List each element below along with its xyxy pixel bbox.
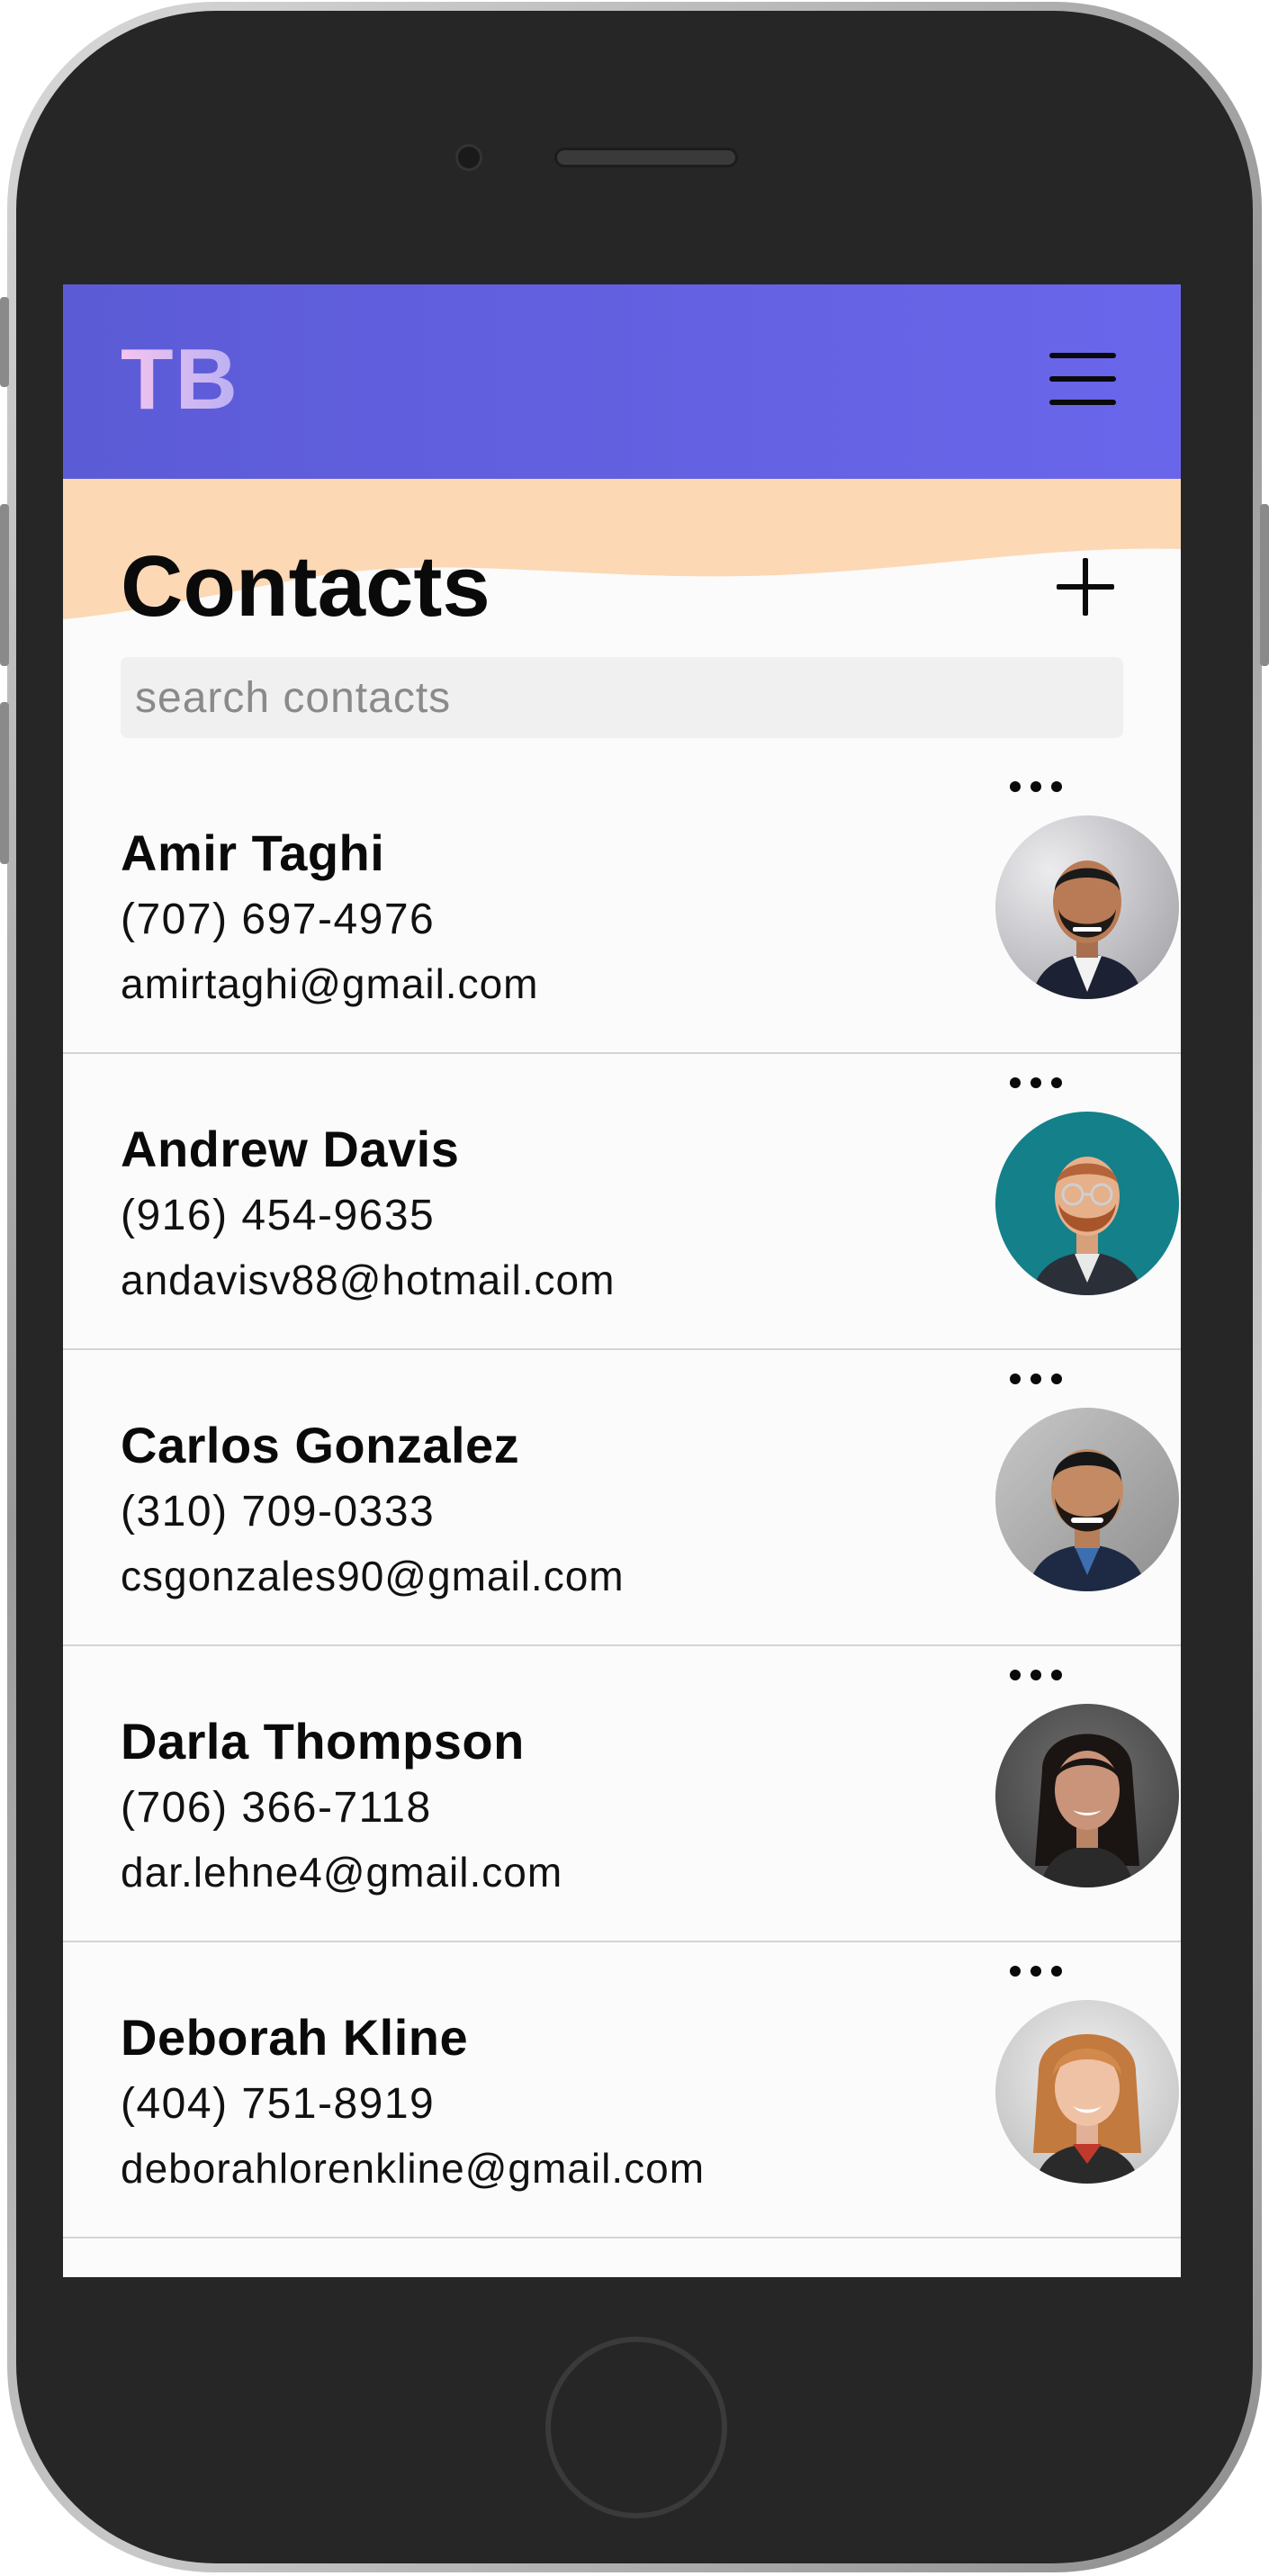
- contact-row[interactable]: Carlos Gonzalez (310) 709-0333 csgonzale…: [63, 1350, 1181, 1646]
- contact-phone[interactable]: (404) 751-8919: [121, 2077, 435, 2131]
- avatar[interactable]: [995, 815, 1179, 999]
- mute-switch: [0, 297, 9, 387]
- contact-name: Andrew Davis: [121, 1121, 460, 1177]
- contact-email[interactable]: deborahlorenkline@gmail.com: [121, 2142, 705, 2194]
- contact-email[interactable]: dar.lehne4@gmail.com: [121, 1846, 562, 1898]
- search-input[interactable]: [121, 657, 1123, 738]
- contact-email[interactable]: andavisv88@hotmail.com: [121, 1254, 615, 1306]
- app-logo[interactable]: TB: [121, 326, 239, 434]
- contact-row[interactable]: Andrew Davis (916) 454-9635 andavisv88@h…: [63, 1054, 1181, 1350]
- contact-name: Deborah Kline: [121, 2009, 469, 2066]
- contact-row[interactable]: Amir Taghi (707) 697-4976 amirtaghi@gmai…: [63, 758, 1181, 1054]
- contact-email[interactable]: amirtaghi@gmail.com: [121, 958, 539, 1010]
- page-title: Contacts: [121, 538, 490, 635]
- volume-down-button: [0, 702, 9, 864]
- contact-row[interactable]: Darla Thompson (706) 366-7118 dar.lehne4…: [63, 1646, 1181, 1942]
- contact-name: Carlos Gonzalez: [121, 1417, 520, 1473]
- navbar: TB: [63, 284, 1181, 479]
- contact-phone[interactable]: (916) 454-9635: [121, 1189, 435, 1243]
- more-options-icon[interactable]: [1004, 1955, 1067, 1987]
- contact-row[interactable]: Deborah Kline (404) 751-8919 deborahlore…: [63, 1942, 1181, 2238]
- more-options-icon[interactable]: [1004, 1659, 1067, 1691]
- more-options-icon[interactable]: [1004, 1363, 1067, 1395]
- avatar[interactable]: [995, 1704, 1179, 1887]
- avatar[interactable]: [995, 1112, 1179, 1295]
- volume-up-button: [0, 504, 9, 666]
- earpiece-speaker: [554, 148, 738, 167]
- avatar[interactable]: [995, 1408, 1179, 1591]
- front-camera: [455, 144, 482, 171]
- home-button[interactable]: [545, 2337, 727, 2518]
- contact-list: Amir Taghi (707) 697-4976 amirtaghi@gmai…: [63, 758, 1181, 2238]
- app-screen: TB Contacts search contacts Amir Taghi (…: [63, 284, 1181, 2277]
- contact-phone[interactable]: (310) 709-0333: [121, 1485, 435, 1539]
- contact-phone[interactable]: (706) 366-7118: [121, 1781, 432, 1835]
- more-options-icon[interactable]: [1004, 1067, 1067, 1099]
- power-button: [1260, 504, 1269, 666]
- plus-icon[interactable]: [1049, 551, 1121, 623]
- contact-name: Amir Taghi: [121, 824, 385, 881]
- page-header: Contacts: [63, 479, 1181, 749]
- contact-phone[interactable]: (707) 697-4976: [121, 893, 435, 947]
- avatar[interactable]: [995, 2000, 1179, 2184]
- contact-name: Darla Thompson: [121, 1713, 525, 1770]
- more-options-icon[interactable]: [1004, 770, 1067, 803]
- contact-email[interactable]: csgonzales90@gmail.com: [121, 1550, 625, 1602]
- hamburger-menu-icon[interactable]: [1046, 338, 1120, 419]
